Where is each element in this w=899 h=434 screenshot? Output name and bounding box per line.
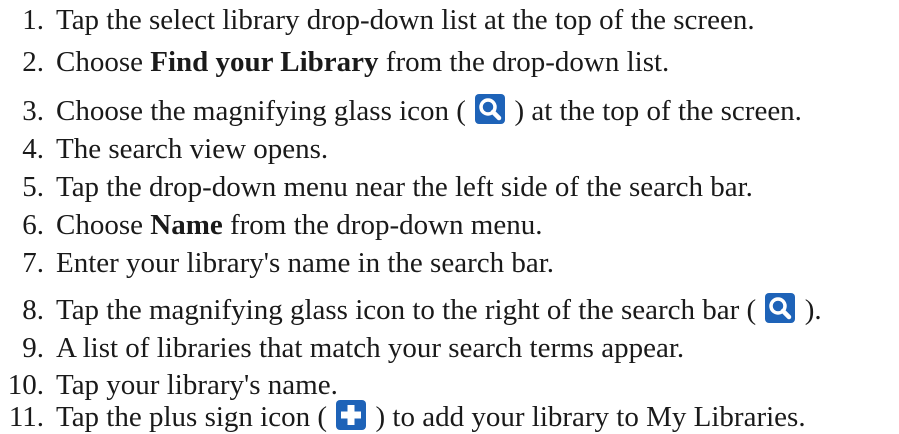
step-text: Choose Name from the drop-down menu. [56,211,542,240]
step-text-part: Tap the plus sign icon ( [56,401,335,433]
step-text-bold: Find your Library [150,46,379,78]
list-item: 7. Enter your library's name in the sear… [0,249,554,278]
magnifying-glass-icon [475,94,506,124]
step-number: 7. [22,247,44,279]
magnifying-glass-icon [765,293,796,323]
step-text: Tap the plus sign icon ( ) to add your l… [56,400,806,432]
step-text: Tap the magnifying glass icon to the rig… [56,293,822,325]
step-text: Choose the magnifying glass icon ( ) at … [56,94,802,126]
plus-sign-icon [336,400,367,430]
step-text-part: from the drop-down menu. [222,209,543,241]
list-item: 2. Choose Find your Library from the dro… [0,48,669,77]
list-item: 6. Choose Name from the drop-down menu. [0,211,542,240]
step-text-part: from the drop-down list. [378,46,670,78]
step-number: 4. [22,133,44,165]
list-item: 3. Choose the magnifying glass icon ( ) … [0,94,802,126]
list-item: 5. Tap the drop-down menu near the left … [0,173,753,202]
step-number: 2. [22,46,44,78]
step-text-part: Choose the magnifying glass icon ( [56,95,474,127]
instruction-list: 1. Tap the select library drop-down list… [0,0,899,434]
step-text: Enter your library's name in the search … [56,247,555,279]
step-text-bold: Name [150,209,223,241]
step-text-part: Tap the magnifying glass icon to the rig… [56,294,764,326]
list-item: 11. Tap the plus sign icon ( ) to add yo… [0,400,806,432]
step-text-part: Choose [56,46,151,78]
step-text-part: ) at the top of the screen. [507,95,802,127]
step-number: 10. [7,369,44,401]
step-number: 1. [22,4,44,36]
step-number: 6. [22,209,44,241]
step-number: 11. [8,401,44,433]
step-number: 9. [22,332,44,364]
step-text: A list of libraries that match your sear… [56,332,685,364]
step-text-part: ). [797,294,822,326]
list-item: 1. Tap the select library drop-down list… [0,4,755,36]
list-item: 9. A list of libraries that match your s… [0,334,684,363]
step-text: The search view opens. [56,133,329,165]
step-text-part: ) to add your library to My Libraries. [368,401,806,433]
step-number: 3. [22,95,44,127]
list-item: 10. Tap your library's name. [0,371,338,400]
step-text: Tap your library's name. [56,369,338,401]
step-text: Tap the select library drop-down list at… [56,4,755,36]
step-text: Choose Find your Library from the drop-d… [56,48,669,77]
list-item: 8. Tap the magnifying glass icon to the … [0,293,822,325]
step-text-part: Choose [56,209,151,241]
step-text: Tap the drop-down menu near the left sid… [56,171,753,203]
list-item: 4. The search view opens. [0,135,328,164]
step-number: 5. [22,171,44,203]
step-number: 8. [22,294,44,326]
